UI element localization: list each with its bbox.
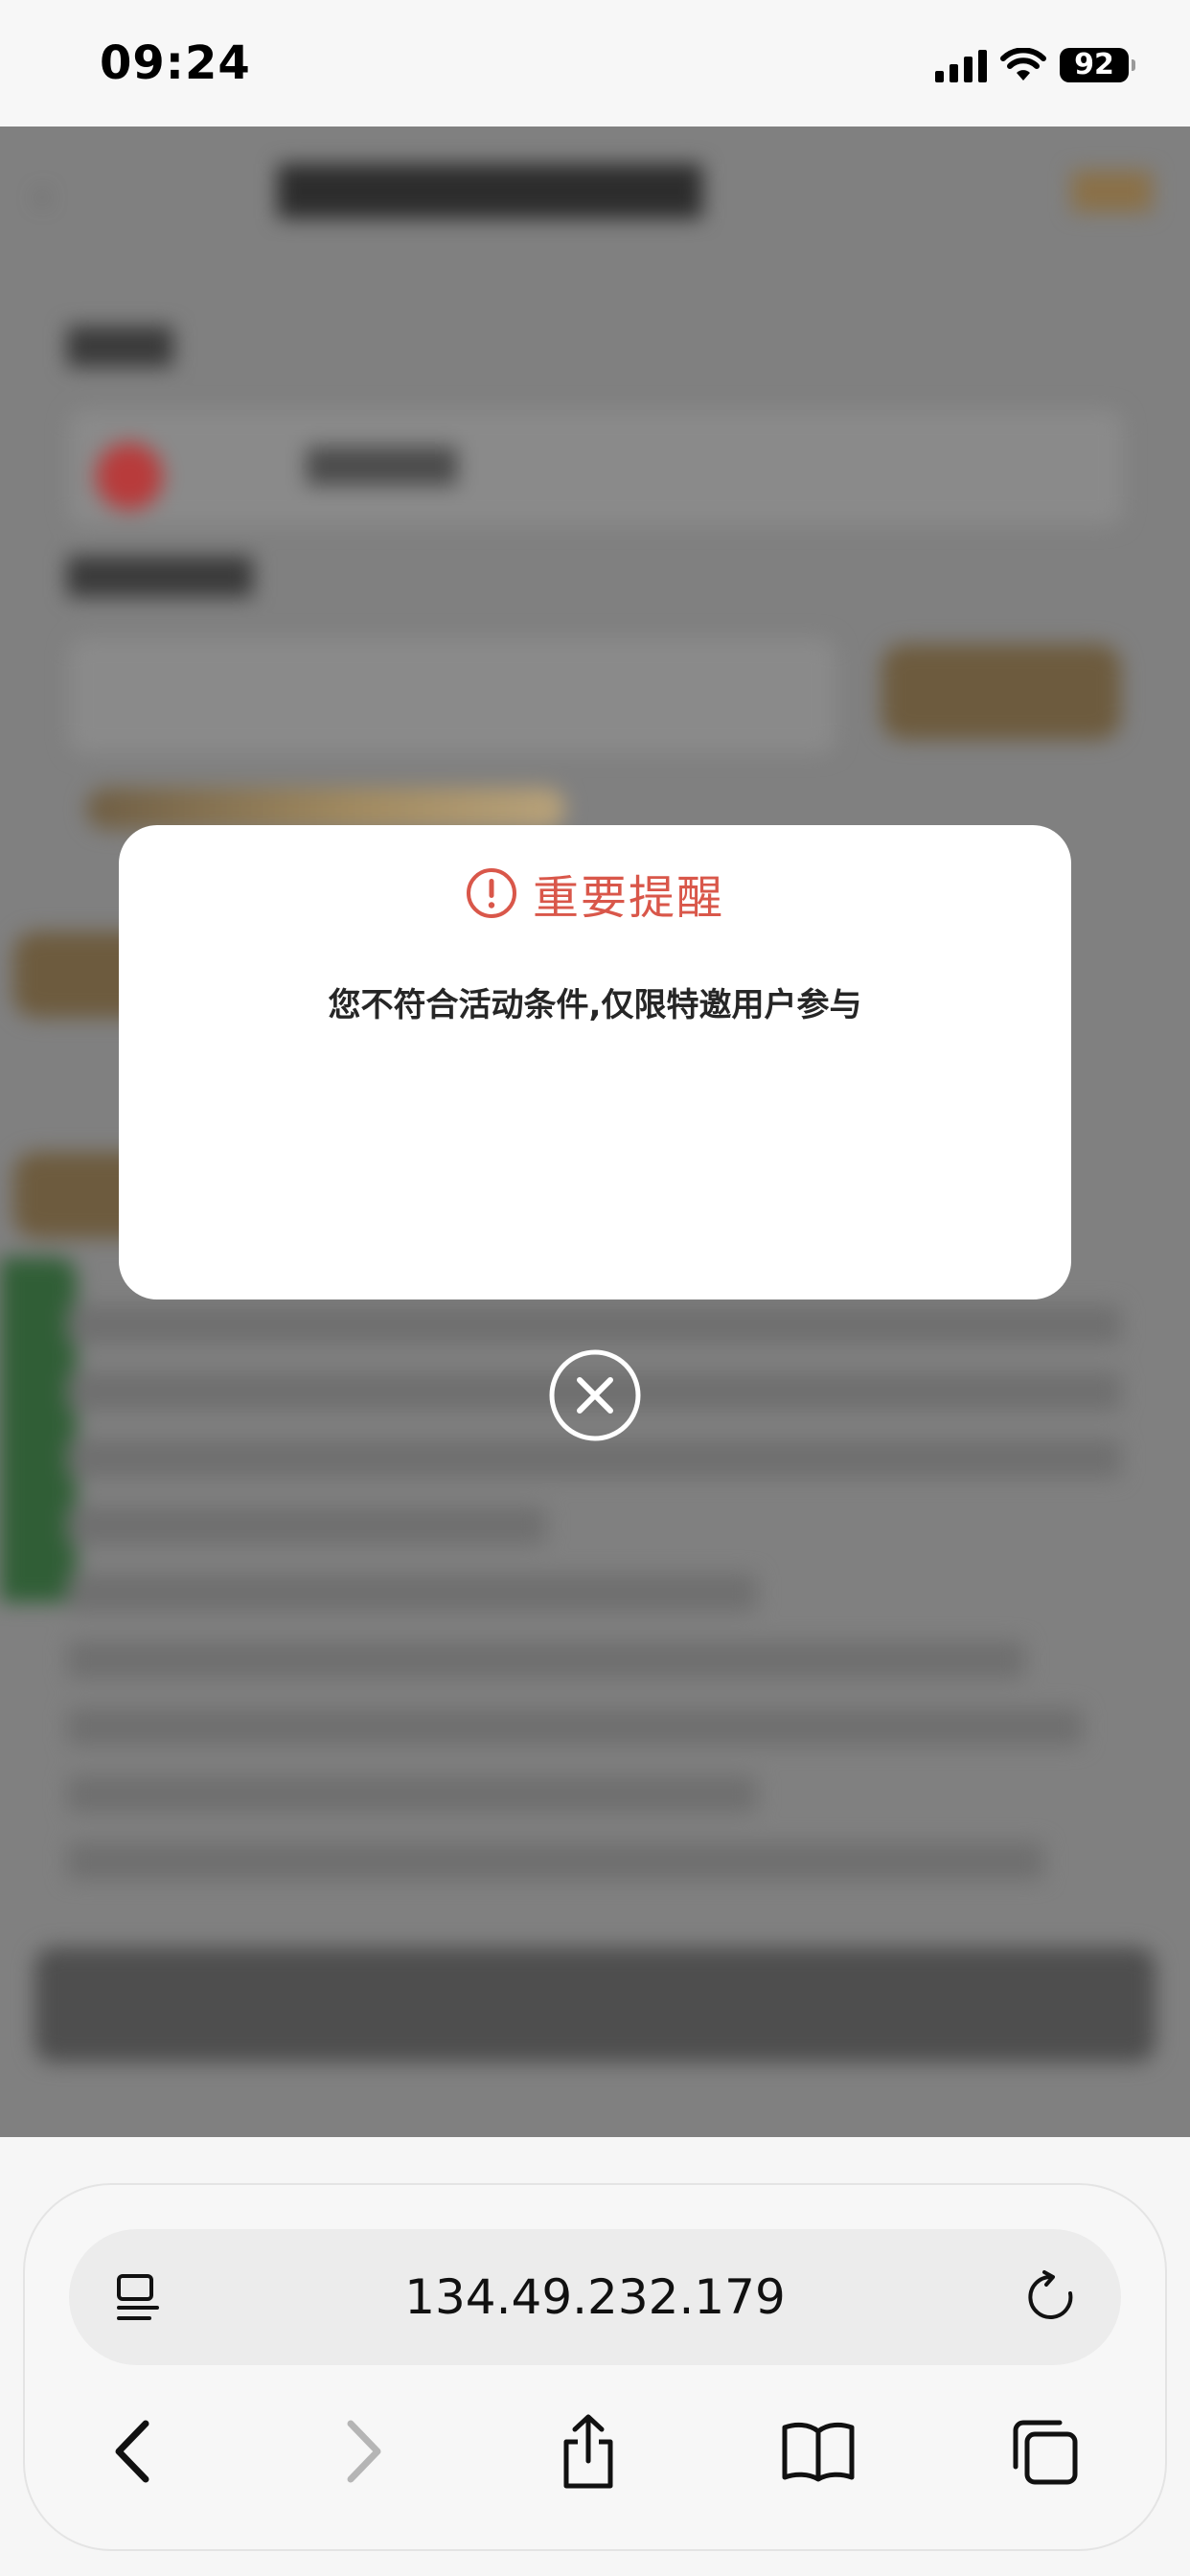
blurred-line bbox=[67, 1305, 1121, 1344]
blurred-field-1 bbox=[69, 410, 1123, 525]
blurred-line bbox=[67, 1506, 546, 1545]
blurred-strip bbox=[86, 788, 565, 830]
signal-icon bbox=[935, 48, 987, 82]
blurred-page-title: ████████████ bbox=[278, 165, 702, 218]
blurred-line bbox=[67, 1439, 1121, 1478]
share-icon bbox=[563, 2414, 613, 2489]
back-icon bbox=[115, 2420, 149, 2483]
blurred-submit-button bbox=[34, 1947, 1156, 2062]
alert-icon bbox=[466, 868, 516, 918]
blurred-line bbox=[67, 1842, 1044, 1880]
blurred-field-2 bbox=[69, 638, 835, 753]
url-text: 134.49.232.179 bbox=[404, 2269, 786, 2325]
status-icons: 92 bbox=[935, 42, 1135, 88]
dialog-close-button[interactable] bbox=[548, 1348, 642, 1442]
dialog-header: 重要提醒 bbox=[119, 860, 1071, 927]
dialog-title: 重要提醒 bbox=[532, 871, 724, 925]
blurred-side-banner bbox=[0, 1257, 77, 1602]
blurred-code-button bbox=[881, 644, 1121, 740]
blurred-back-icon: ‹ bbox=[34, 174, 50, 218]
share-button[interactable] bbox=[542, 2405, 634, 2497]
close-icon bbox=[549, 1349, 641, 1441]
blurred-label-1: ████ bbox=[67, 328, 173, 367]
battery-icon: 92 bbox=[1060, 48, 1135, 82]
blurred-line bbox=[67, 1574, 757, 1612]
status-time: 09:24 bbox=[100, 36, 251, 90]
reload-icon[interactable] bbox=[1023, 2269, 1079, 2325]
tabs-icon bbox=[1013, 2420, 1078, 2485]
status-bar: 09:24 92 bbox=[0, 0, 1190, 126]
blurred-flag bbox=[96, 443, 163, 510]
blurred-label-2: ███████ bbox=[67, 558, 253, 597]
alert-dialog: 重要提醒 您不符合活动条件,仅限特邀用户参与 bbox=[119, 825, 1071, 1300]
browser-toolbar: 134.49.232.179 bbox=[25, 2185, 1165, 2549]
back-button[interactable] bbox=[88, 2405, 180, 2497]
blurred-nav-action: ███ bbox=[1071, 172, 1152, 212]
wifi-icon bbox=[1000, 48, 1046, 80]
forward-icon bbox=[347, 2420, 381, 2483]
tabs-button[interactable] bbox=[998, 2405, 1090, 2497]
blurred-line bbox=[67, 1775, 757, 1813]
blurred-text-1: ██████ bbox=[307, 448, 457, 486]
bookmarks-button[interactable] bbox=[772, 2405, 864, 2497]
blurred-line bbox=[67, 1641, 1025, 1679]
forward-button[interactable] bbox=[316, 2405, 408, 2497]
dialog-message: 您不符合活动条件,仅限特邀用户参与 bbox=[328, 986, 862, 1024]
address-bar[interactable]: 134.49.232.179 bbox=[69, 2229, 1121, 2365]
blurred-line bbox=[67, 1708, 1083, 1746]
bookmarks-icon bbox=[782, 2422, 855, 2482]
